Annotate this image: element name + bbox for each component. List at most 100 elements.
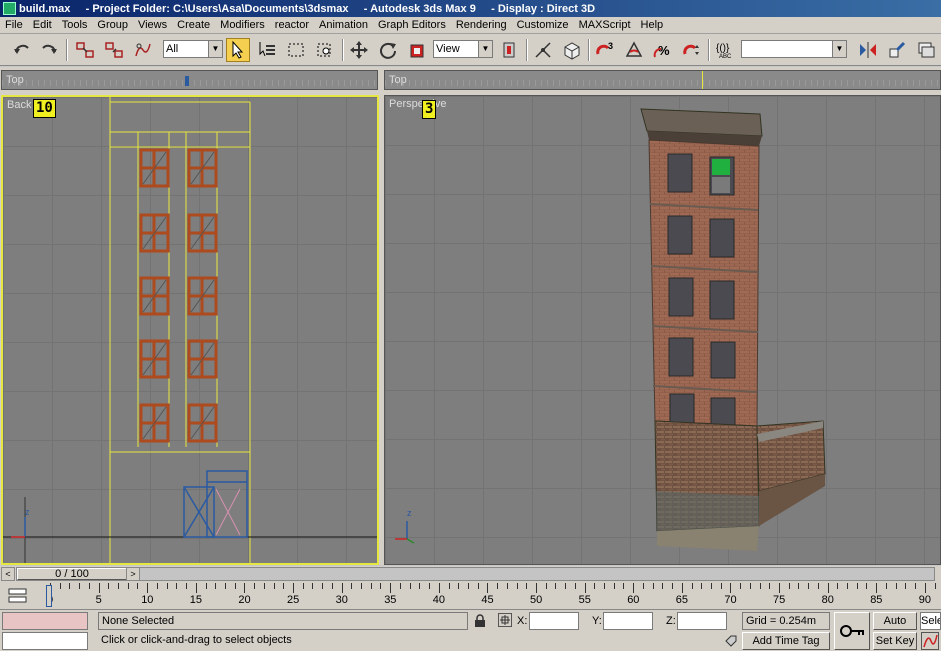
toolbar-separator bbox=[342, 39, 344, 61]
select-and-scale-button[interactable] bbox=[405, 38, 429, 62]
edit-named-selection-button[interactable]: {()} ABC bbox=[713, 38, 737, 62]
rectangular-selection-button[interactable] bbox=[284, 38, 308, 62]
curve-editor-toggle[interactable] bbox=[8, 586, 28, 606]
strip-marker bbox=[702, 71, 703, 89]
absolute-mode-toggle[interactable] bbox=[498, 613, 512, 627]
menu-views[interactable]: Views bbox=[133, 19, 172, 31]
mirror-button[interactable] bbox=[856, 38, 880, 62]
window-title: build.max - Project Folder: C:\Users\Asa… bbox=[19, 2, 596, 15]
snaps-toggle-button[interactable]: 3 bbox=[593, 38, 617, 62]
menu-customize[interactable]: Customize bbox=[512, 19, 574, 31]
bind-to-space-warp-button[interactable] bbox=[131, 38, 155, 62]
maxscript-listener-mini[interactable] bbox=[2, 612, 88, 630]
angle-snap-toggle-button[interactable] bbox=[622, 38, 646, 62]
back-viewport[interactable]: Back 10 z bbox=[1, 95, 379, 565]
menu-group[interactable]: Group bbox=[92, 19, 133, 31]
ruler-tick-label: 20 bbox=[238, 594, 251, 606]
spinner-snap-icon bbox=[683, 44, 699, 55]
ruler-tick-label: 15 bbox=[189, 594, 203, 606]
keyboard-shortcut-override-button[interactable] bbox=[560, 38, 584, 62]
time-tag-icon-button[interactable] bbox=[724, 634, 738, 648]
menu-create[interactable]: Create bbox=[172, 19, 215, 31]
menu-file[interactable]: File bbox=[0, 19, 28, 31]
align-button[interactable] bbox=[885, 38, 909, 62]
ruler-tick bbox=[662, 583, 664, 589]
ruler-tick-label: 25 bbox=[287, 594, 300, 606]
select-object-button[interactable] bbox=[226, 38, 250, 62]
key-filter-selection-field[interactable]: Sele bbox=[920, 612, 941, 630]
add-time-tag-button[interactable]: Add Time Tag bbox=[742, 632, 830, 650]
top-strip-right[interactable]: Top bbox=[384, 70, 941, 90]
select-and-manipulate-button[interactable] bbox=[531, 38, 555, 62]
menu-rendering[interactable]: Rendering bbox=[451, 19, 512, 31]
time-prev-button[interactable]: < bbox=[1, 567, 15, 581]
link-icon bbox=[76, 42, 94, 58]
selection-lock-toggle[interactable] bbox=[474, 614, 486, 628]
key-filters-button[interactable] bbox=[921, 632, 939, 650]
ruler-tick bbox=[672, 583, 674, 589]
menu-modifiers[interactable]: Modifiers bbox=[215, 19, 270, 31]
spinner-snap-toggle-button[interactable] bbox=[680, 38, 704, 62]
ruler-tick bbox=[293, 583, 294, 593]
menu-graph-editors[interactable]: Graph Editors bbox=[373, 19, 451, 31]
time-slider-track[interactable]: 0 / 100 bbox=[16, 567, 935, 581]
ruler-tick bbox=[254, 583, 256, 589]
ruler-tick bbox=[186, 583, 188, 589]
menu-maxscript[interactable]: MAXScript bbox=[574, 19, 636, 31]
main-toolbar: All ▼ View ▼ 3 % {()} ABC ▼ bbox=[0, 34, 941, 66]
select-and-link-button[interactable] bbox=[73, 38, 97, 62]
top-strip-left[interactable]: Top bbox=[1, 70, 378, 90]
ruler-tick bbox=[798, 583, 800, 589]
ruler-tick bbox=[876, 583, 878, 593]
select-and-rotate-button[interactable] bbox=[376, 38, 400, 62]
menu-edit[interactable]: Edit bbox=[28, 19, 57, 31]
ruler-tick bbox=[477, 583, 479, 589]
time-next-button[interactable]: > bbox=[126, 567, 140, 581]
pivot-center-icon bbox=[503, 42, 515, 58]
select-and-move-button[interactable] bbox=[347, 38, 371, 62]
undo-icon bbox=[14, 44, 29, 54]
selection-filter-value: All bbox=[166, 43, 179, 55]
time-slider-thumb[interactable]: 0 / 100 bbox=[17, 568, 127, 580]
unlink-selection-button[interactable] bbox=[102, 38, 126, 62]
track-bar[interactable]: 051015202530354045505560657075808590 bbox=[0, 583, 941, 609]
set-key-mode-button[interactable] bbox=[834, 612, 870, 650]
z-coordinate-field[interactable] bbox=[677, 612, 727, 630]
ruler-tick bbox=[885, 583, 887, 589]
named-selection-dropdown[interactable]: ▼ bbox=[741, 40, 847, 58]
y-coordinate-field[interactable] bbox=[603, 612, 653, 630]
menu-help[interactable]: Help bbox=[636, 19, 669, 31]
ruler-tick bbox=[652, 583, 654, 589]
menu-tools[interactable]: Tools bbox=[57, 19, 93, 31]
ruler-tick-label: 70 bbox=[724, 594, 737, 606]
auto-key-button[interactable]: Auto Key bbox=[873, 612, 917, 643]
reference-coordinate-dropdown[interactable]: View ▼ bbox=[433, 40, 493, 58]
undo-button[interactable] bbox=[10, 38, 34, 62]
menu-animation[interactable]: Animation bbox=[314, 19, 373, 31]
building-model-render bbox=[395, 108, 826, 551]
ruler-tick bbox=[526, 583, 528, 589]
ruler-tick bbox=[429, 583, 431, 589]
ruler-tick bbox=[817, 583, 819, 589]
x-coordinate-field[interactable] bbox=[529, 612, 579, 630]
ruler-tick bbox=[195, 583, 197, 593]
trackbar-ruler[interactable]: 051015202530354045505560657075808590 bbox=[38, 583, 941, 609]
ruler-tick bbox=[623, 583, 625, 589]
maxscript-listener-output[interactable] bbox=[2, 632, 88, 650]
ruler-tick bbox=[156, 583, 158, 589]
menu-reactor[interactable]: reactor bbox=[270, 19, 314, 31]
perspective-viewport[interactable]: Perspective 3 z bbox=[384, 95, 941, 565]
set-key-button[interactable]: Set Key bbox=[873, 632, 917, 650]
layer-manager-button[interactable] bbox=[914, 38, 938, 62]
ruler-tick bbox=[701, 583, 703, 589]
redo-button[interactable] bbox=[37, 38, 61, 62]
select-by-name-button[interactable] bbox=[255, 38, 279, 62]
ruler-tick bbox=[866, 583, 868, 589]
percent-snap-toggle-button[interactable]: % bbox=[651, 38, 675, 62]
ruler-tick bbox=[642, 583, 644, 589]
use-pivot-center-button[interactable] bbox=[497, 38, 521, 62]
selection-filter-dropdown[interactable]: All ▼ bbox=[163, 40, 223, 58]
ruler-tick bbox=[127, 583, 129, 589]
window-crossing-button[interactable] bbox=[313, 38, 337, 62]
ruler-tick bbox=[691, 583, 693, 589]
